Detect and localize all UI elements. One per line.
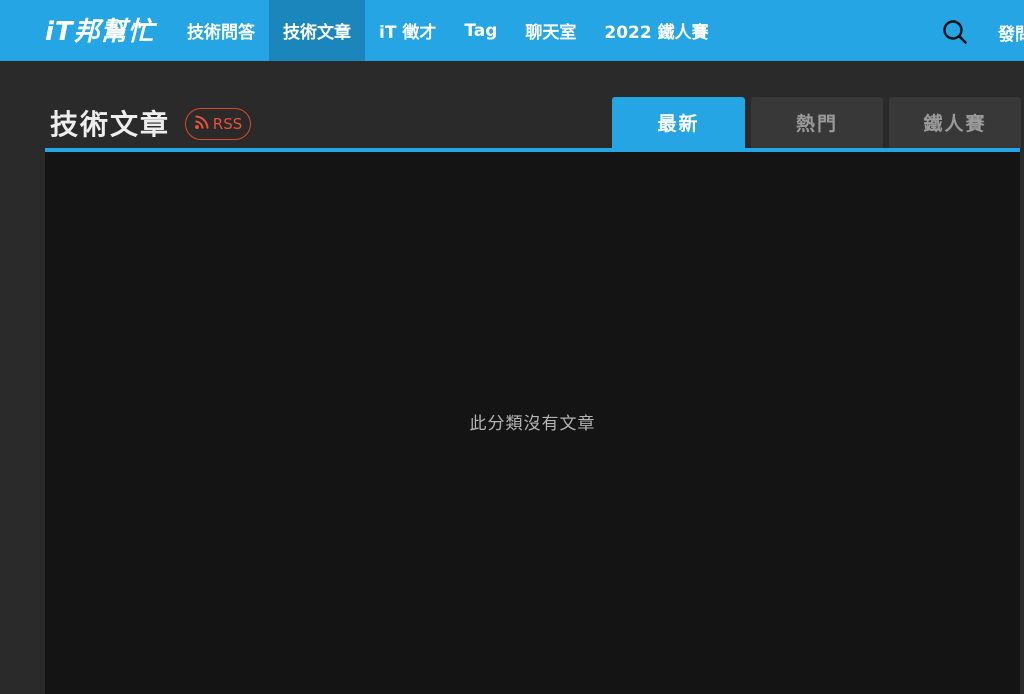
article-tabs: 最新 熱門 鐵人賽 [612,97,1021,148]
empty-message: 此分類沒有文章 [469,413,596,434]
nav-item-articles[interactable]: 技術文章 [269,0,365,61]
rss-icon [194,114,210,134]
nav-item-questions[interactable]: 技術問答 [173,0,269,61]
tab-ironman[interactable]: 鐵人賽 [889,97,1021,148]
main-nav: 技術問答 技術文章 iT 徵才 Tag 聊天室 2022 鐵人賽 [173,0,723,61]
nav-item-chatroom[interactable]: 聊天室 [511,0,590,61]
tab-popular[interactable]: 熱門 [751,97,883,148]
top-navbar: iT邦幫忙 技術問答 技術文章 iT 徵才 Tag 聊天室 2022 鐵人賽 發… [0,0,1024,61]
logo-text: iT邦幫忙 [45,16,155,47]
rss-label: RSS [212,115,243,133]
search-icon[interactable] [940,17,970,47]
nav-item-ask[interactable]: 發問 [998,20,1024,45]
tab-latest[interactable]: 最新 [612,97,745,148]
nav-item-tag[interactable]: Tag [450,0,511,61]
page-title: 技術文章 [50,108,171,141]
rss-button[interactable]: RSS [185,108,251,140]
nav-item-jobs[interactable]: iT 徵才 [365,0,450,61]
site-logo[interactable]: iT邦幫忙 [45,12,155,47]
nav-item-ironman[interactable]: 2022 鐵人賽 [590,0,722,61]
article-list-panel: 此分類沒有文章 [45,152,1020,694]
